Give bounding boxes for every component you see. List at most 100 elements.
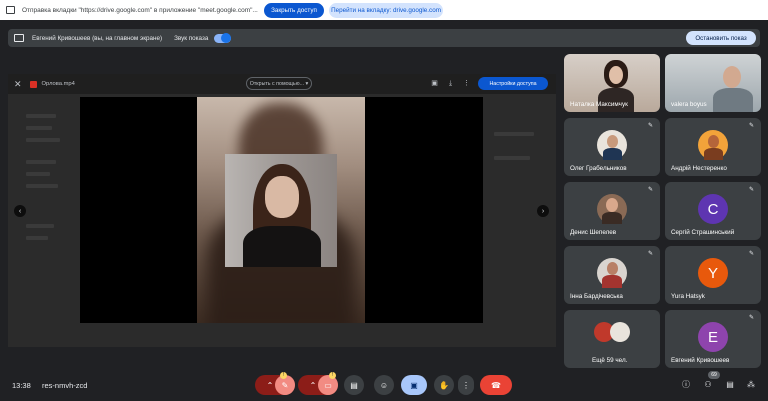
participant-name: Yura Hatsyk <box>671 293 705 300</box>
background-menu-item <box>26 126 52 130</box>
camera-person-body <box>713 88 753 112</box>
meeting-controls: 13:38 res-nmvh-zcd ⌃ ✎ ! ⌃ ▭ ! ▤ ☺ ▣ ✋ ⋮… <box>0 369 768 401</box>
stop-sharing-access-button[interactable]: Закрыть доступ <box>264 2 324 18</box>
activities-icon[interactable]: ⁂ <box>746 380 756 390</box>
avatar-letter: E <box>707 328 718 346</box>
presenter-name: Евгений Кривошеев (вы, на главном экране… <box>32 34 163 42</box>
mic-off-icon: ✎ <box>749 187 755 193</box>
tab-sharing-notification: Отправка вкладки "https://drive.google.c… <box>0 0 768 20</box>
avatar-letter: С <box>707 200 719 218</box>
more-participants-tile[interactable]: Ещё 59 чел. <box>564 310 660 368</box>
drive-viewer-toolbar: ✕ Орлова.mp4 Открыть с помощью... ▾ ▣ ⤓ … <box>8 74 556 94</box>
avatar-body <box>704 148 723 160</box>
participant-tile[interactable]: Y ✎ Yura Hatsyk <box>665 246 761 304</box>
share-sound-label: Звук показа <box>174 34 209 42</box>
person-body <box>243 226 321 267</box>
background-row <box>494 156 530 160</box>
download-icon[interactable]: ⤓ <box>446 79 455 88</box>
participant-name: Андрій Нестеренко <box>671 165 727 172</box>
participant-name: Денис Шепелев <box>570 229 617 236</box>
avatar-body <box>602 275 622 288</box>
captions-button[interactable]: ▤ <box>344 375 364 395</box>
emoji-button[interactable]: ☺ <box>374 375 394 395</box>
info-icon[interactable]: ⓘ <box>681 380 691 390</box>
background-menu-item <box>26 172 50 176</box>
person-face <box>265 176 299 218</box>
meeting-code[interactable]: res-nmvh-zcd <box>42 381 87 390</box>
background-menu-item <box>26 114 56 118</box>
presenting-bar: Евгений Кривошеев (вы, на главном экране… <box>8 29 760 47</box>
participant-tile[interactable]: ✎ Денис Шепелев <box>564 182 660 240</box>
participant-name: Сергій Страшинський <box>671 229 735 236</box>
more-vert-icon[interactable]: ⋮ <box>462 79 471 88</box>
people-icon[interactable]: ⚇ <box>703 380 713 390</box>
sharing-message: Отправка вкладки "https://drive.google.c… <box>22 6 258 14</box>
participant-name: Олег Грабельников <box>570 165 627 172</box>
participant-name: Наталка Максимчук <box>570 101 628 108</box>
self-tile[interactable]: E ✎ Евгений Кривошеев <box>665 310 761 368</box>
microphone-button[interactable]: ⌃ ✎ ! <box>255 372 295 395</box>
participant-tile[interactable]: valera boyus <box>665 54 761 112</box>
avatar <box>597 130 627 160</box>
video-file-icon <box>29 80 37 88</box>
avatar <box>597 194 627 224</box>
mic-off-icon: ✎ <box>749 251 755 257</box>
avatar: С <box>698 194 728 224</box>
end-call-icon: ☎ <box>491 380 501 390</box>
background-menu-item <box>26 160 56 164</box>
participant-tile[interactable]: Наталка Максимчук <box>564 54 660 112</box>
open-with-button[interactable]: Открыть с помощью... ▾ <box>246 77 312 90</box>
avatar: Y <box>698 258 728 288</box>
avatar-face <box>606 198 618 212</box>
chevron-down-icon: ▾ <box>304 80 309 87</box>
avatar <box>597 258 627 288</box>
avatar-face <box>708 135 719 148</box>
close-icon[interactable]: ✕ <box>14 79 22 90</box>
avatar-face <box>607 262 618 275</box>
shared-screen: ✕ Орлова.mp4 Открыть с помощью... ▾ ▣ ⤓ … <box>8 74 556 347</box>
screen-share-icon <box>6 6 15 14</box>
video-content <box>225 154 337 267</box>
next-arrow-icon[interactable]: › <box>537 205 549 217</box>
raise-hand-button[interactable]: ✋ <box>434 375 454 395</box>
mic-off-icon: ✎ <box>648 251 654 257</box>
background-menu-item <box>26 224 54 228</box>
mic-off-icon: ✎ <box>749 123 755 129</box>
present-button[interactable]: ▣ <box>401 375 427 395</box>
camera-person-face <box>609 66 623 84</box>
warning-icon: ! <box>280 372 287 379</box>
people-count-badge: 69 <box>708 371 720 379</box>
previous-arrow-icon[interactable]: ‹ <box>14 205 26 217</box>
emoji-icon: ☺ <box>379 380 389 390</box>
avatar-letter: Y <box>707 264 718 282</box>
open-with-label: Открыть с помощью... <box>249 80 305 87</box>
present-screen-icon <box>14 34 24 42</box>
chevron-up-icon: ⌃ <box>266 380 274 390</box>
mic-off-icon: ✎ <box>648 187 654 193</box>
camera-person-body <box>598 88 634 112</box>
share-settings-button[interactable]: Настройки доступа <box>478 77 548 90</box>
comment-icon[interactable]: ▣ <box>430 79 439 88</box>
chat-icon[interactable]: ▤ <box>725 380 735 390</box>
share-sound-toggle[interactable] <box>214 32 232 43</box>
leave-call-button[interactable]: ☎ <box>480 375 512 395</box>
background-row <box>494 132 534 136</box>
warning-icon: ! <box>329 372 336 379</box>
present-screen-icon: ▣ <box>410 380 418 390</box>
participant-tile[interactable]: ✎ Олег Грабельников <box>564 118 660 176</box>
avatar <box>610 322 630 342</box>
participant-tile[interactable]: ✎ Інна Бардічевська <box>564 246 660 304</box>
more-vert-icon: ⋮ <box>462 380 470 390</box>
participant-tile[interactable]: С ✎ Сергій Страшинський <box>665 182 761 240</box>
avatar: E <box>698 322 728 352</box>
avatar-face <box>607 135 618 148</box>
camera-off-icon: ▭ <box>318 375 338 395</box>
camera-button[interactable]: ⌃ ▭ ! <box>298 372 338 395</box>
participant-tile[interactable]: ✎ Андрій Нестеренко <box>665 118 761 176</box>
share-settings-label: Настройки доступа <box>489 80 537 87</box>
more-options-button[interactable]: ⋮ <box>458 375 474 395</box>
background-menu-item <box>26 184 58 188</box>
go-to-tab-button[interactable]: Перейти на вкладку: drive.google.com <box>329 2 443 18</box>
more-participants-label: Ещё 59 чел. <box>592 357 628 364</box>
stop-presenting-button[interactable]: Остановить показ <box>686 31 756 45</box>
